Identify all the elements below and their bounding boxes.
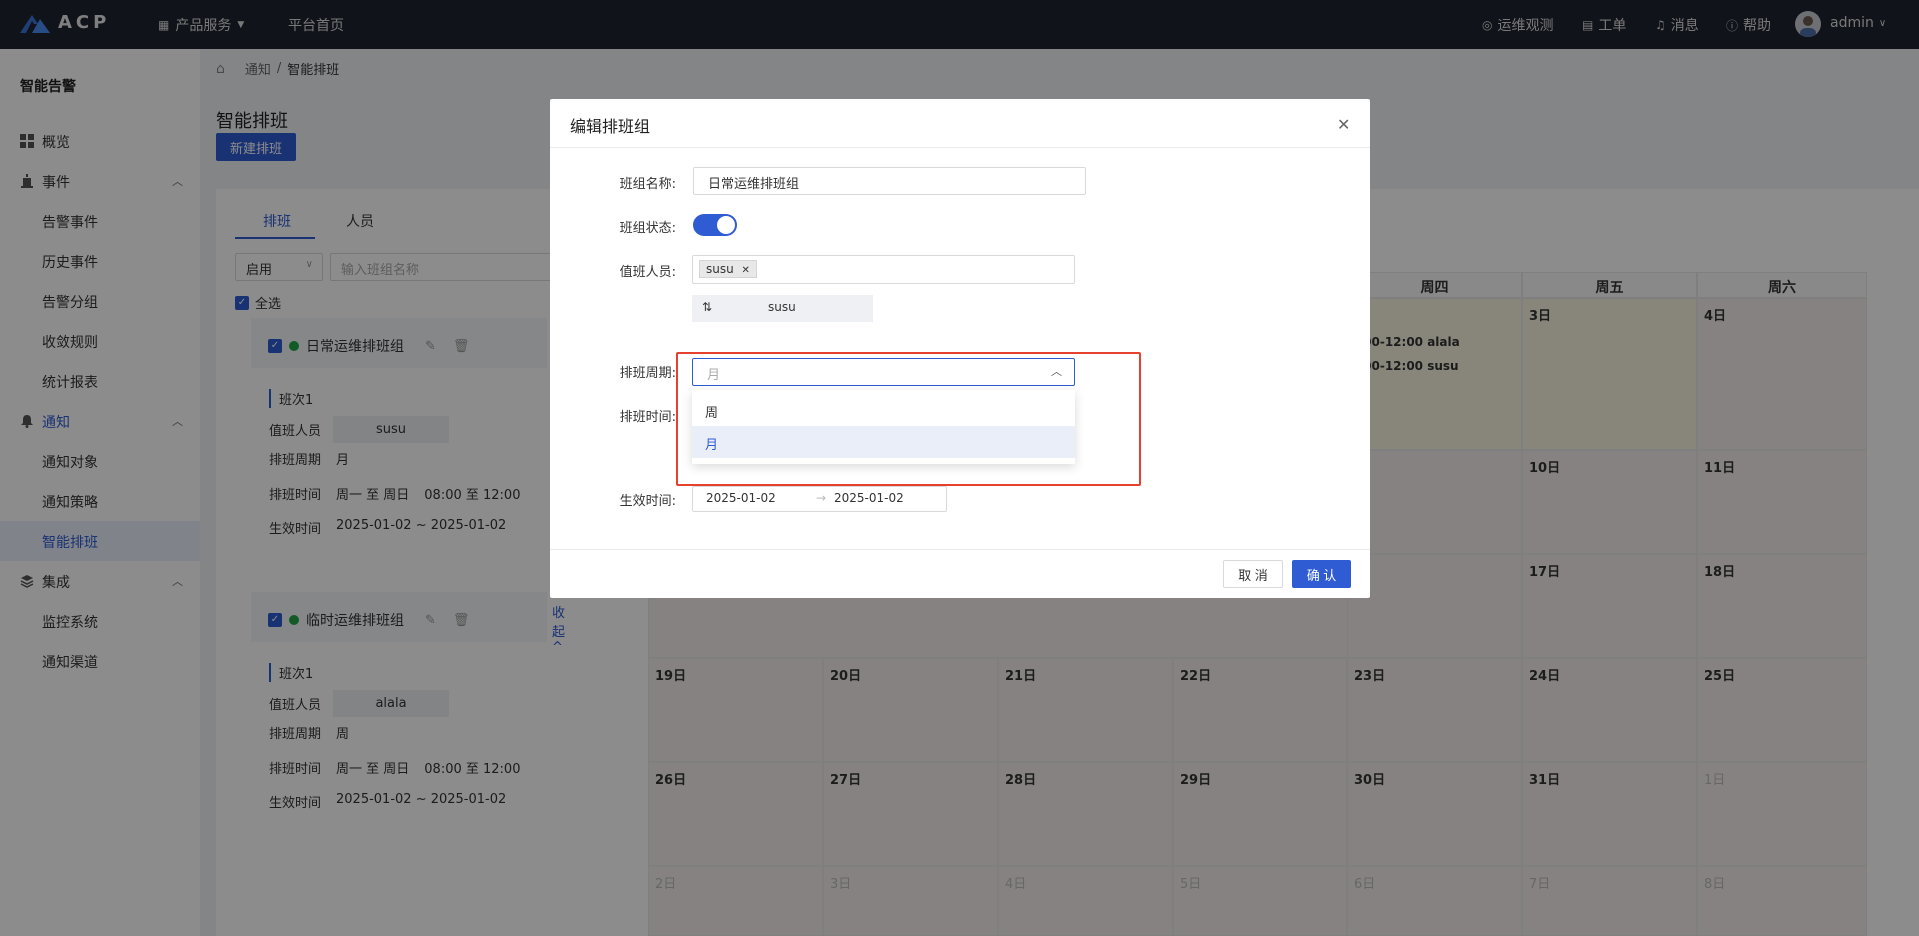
cancel-button[interactable]: 取 消 xyxy=(1223,560,1283,588)
group-name-input[interactable]: 日常运维排班组 xyxy=(693,167,1086,195)
close-icon[interactable]: ✕ xyxy=(1337,115,1350,134)
confirm-button[interactable]: 确 认 xyxy=(1292,560,1351,588)
staff-label: 值班人员: xyxy=(619,265,676,280)
staff-order-name: susu xyxy=(768,300,796,314)
staff-tag-label: susu xyxy=(706,262,734,276)
effective-range-picker[interactable]: 2025-01-02 → 2025-01-02 xyxy=(692,486,947,512)
effective-label: 生效时间: xyxy=(619,494,676,509)
modal-title: 编辑排班组 xyxy=(570,117,651,136)
arrow-right-icon: → xyxy=(816,491,827,505)
highlight-box xyxy=(676,352,1141,486)
staff-order-item[interactable]: ⇅ susu xyxy=(692,295,873,322)
effective-start: 2025-01-02 xyxy=(706,491,776,505)
toggle-knob xyxy=(717,216,735,234)
close-icon[interactable]: ✕ xyxy=(742,265,750,276)
status-label: 班组状态: xyxy=(619,221,676,236)
name-label: 班组名称: xyxy=(619,177,676,192)
cycle-label: 排班周期: xyxy=(619,366,676,381)
modal-footer: 取 消 确 认 xyxy=(550,549,1370,598)
sort-icon[interactable]: ⇅ xyxy=(702,300,712,314)
staff-tag: susu ✕ xyxy=(699,260,757,278)
edit-group-modal: 编辑排班组 ✕ 班组名称: 日常运维排班组 班组状态: 值班人员: susu ✕… xyxy=(550,99,1370,598)
staff-select[interactable]: susu ✕ xyxy=(692,255,1075,284)
time-label: 排班时间: xyxy=(619,410,676,425)
status-toggle[interactable] xyxy=(693,214,737,236)
modal-header: 编辑排班组 ✕ xyxy=(550,99,1370,148)
effective-end: 2025-01-02 xyxy=(834,491,904,505)
group-name-value: 日常运维排班组 xyxy=(708,177,800,192)
